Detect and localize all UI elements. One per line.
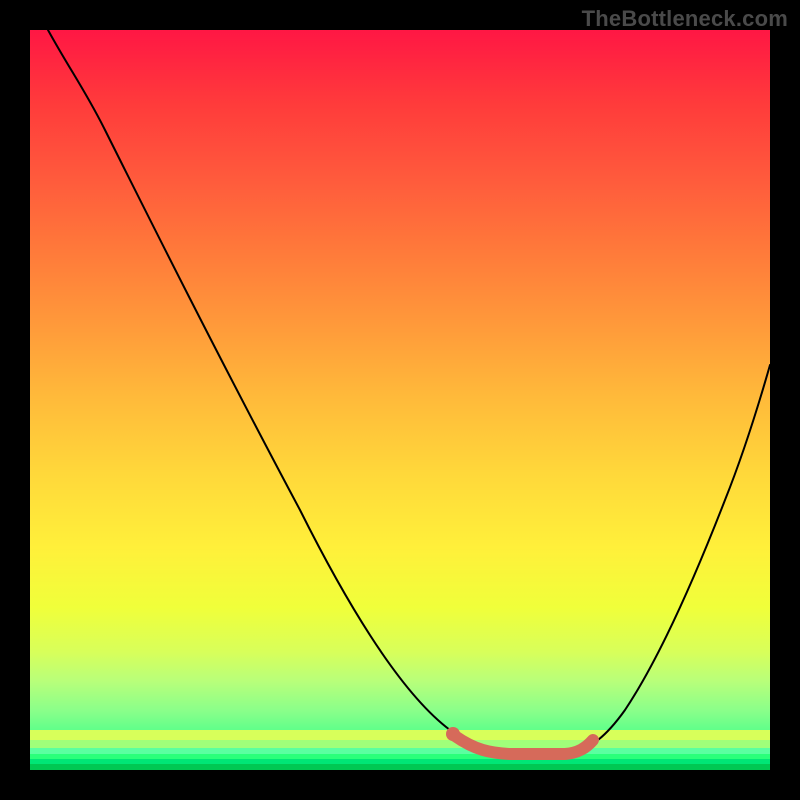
- chart-svg: [30, 30, 770, 770]
- watermark-text: TheBottleneck.com: [582, 6, 788, 32]
- optimal-range-highlight: [455, 736, 593, 754]
- optimal-start-dot: [446, 727, 460, 741]
- chart-frame: TheBottleneck.com: [0, 0, 800, 800]
- plot-area: [30, 30, 770, 770]
- bottleneck-curve: [48, 30, 770, 751]
